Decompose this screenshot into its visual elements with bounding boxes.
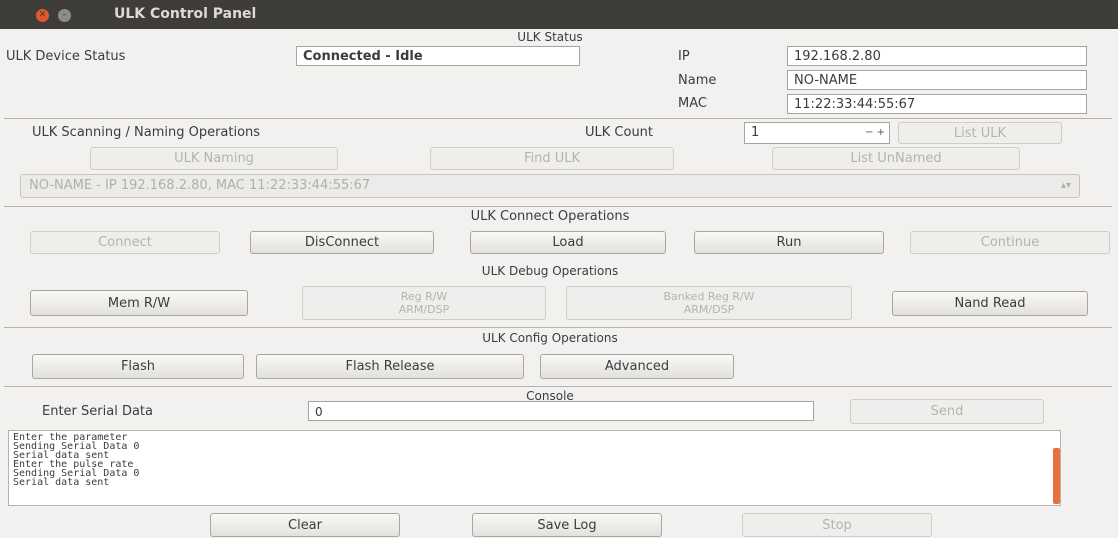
device-select-value: NO-NAME - IP 192.168.2.80, MAC 11:22:33:… [29,178,371,193]
clear-button[interactable]: Clear [210,513,400,537]
reg-rw-button[interactable]: Reg R/W ARM/DSP [302,286,546,320]
advanced-button[interactable]: Advanced [540,354,734,379]
banked-reg-rw-button[interactable]: Banked Reg R/W ARM/DSP [566,286,852,320]
banked-reg-line1: Banked Reg R/W [663,290,755,303]
config-header: ULK Config Operations [482,331,618,345]
disconnect-button[interactable]: DisConnect [250,231,434,254]
mac-field: 11:22:33:44:55:67 [787,94,1087,114]
console-scrollbar[interactable] [1053,448,1060,504]
spinner-arrows-icon[interactable]: − + [865,123,885,143]
ip-field: 192.168.2.80 [787,46,1087,66]
mac-label: MAC [678,96,707,111]
scanning-divider [4,118,1112,119]
config-divider [4,327,1112,328]
find-ulk-button[interactable]: Find ULK [430,147,674,170]
title-bar: ✕ – ULK Control Panel [0,0,1118,29]
status-header: ULK Status [517,30,583,44]
run-button[interactable]: Run [694,231,884,254]
load-button[interactable]: Load [470,231,666,254]
ulk-count-spinner[interactable]: 1 − + [744,122,890,144]
name-field: NO-NAME [787,70,1087,90]
serial-data-input[interactable]: 0 [308,401,814,421]
nand-read-button[interactable]: Nand Read [892,291,1088,316]
stop-button[interactable]: Stop [742,513,932,537]
serial-data-label: Enter Serial Data [42,404,153,419]
name-label: Name [678,73,717,88]
reg-rw-line1: Reg R/W [400,290,448,303]
ulk-count-value: 1 [751,125,760,140]
chevron-updown-icon: ▴▾ [1060,180,1071,191]
connect-divider [4,206,1112,207]
save-log-button[interactable]: Save Log [472,513,662,537]
flash-button[interactable]: Flash [32,354,244,379]
banked-reg-line2: ARM/DSP [683,303,735,316]
scanning-header: ULK Scanning / Naming Operations [32,125,261,140]
list-ulk-button[interactable]: List ULK [898,122,1062,144]
device-select[interactable]: NO-NAME - IP 192.168.2.80, MAC 11:22:33:… [20,174,1080,198]
continue-button[interactable]: Continue [910,231,1110,254]
mem-rw-button[interactable]: Mem R/W [30,290,248,316]
console-line: Enter the parameter [13,432,128,443]
console-log[interactable]: Enter the parameter Sending Serial Data … [8,430,1061,506]
minimize-icon[interactable]: – [58,9,71,22]
console-divider [4,386,1112,387]
reg-rw-line2: ARM/DSP [398,303,450,316]
ulk-naming-button[interactable]: ULK Naming [90,147,338,170]
connect-button[interactable]: Connect [30,231,220,254]
list-unnamed-button[interactable]: List UnNamed [772,147,1020,170]
console-line: Sending Serial Data 0 [13,468,140,479]
send-button[interactable]: Send [850,399,1044,424]
flash-release-button[interactable]: Flash Release [256,354,524,379]
debug-header: ULK Debug Operations [481,264,619,278]
console-line: Sending Serial Data 0 [13,441,140,452]
device-status-label: ULK Device Status [6,49,126,64]
connect-header: ULK Connect Operations [470,209,630,224]
ulk-count-label: ULK Count [585,125,654,140]
window-title: ULK Control Panel [114,6,257,22]
console-line: Serial data sent [13,477,110,488]
close-icon[interactable]: ✕ [36,9,49,22]
console-line: Enter the pulse rate [13,459,134,470]
console-line: Serial data sent [13,450,110,461]
ip-label: IP [678,49,690,64]
device-status-field: Connected - Idle [296,46,580,66]
